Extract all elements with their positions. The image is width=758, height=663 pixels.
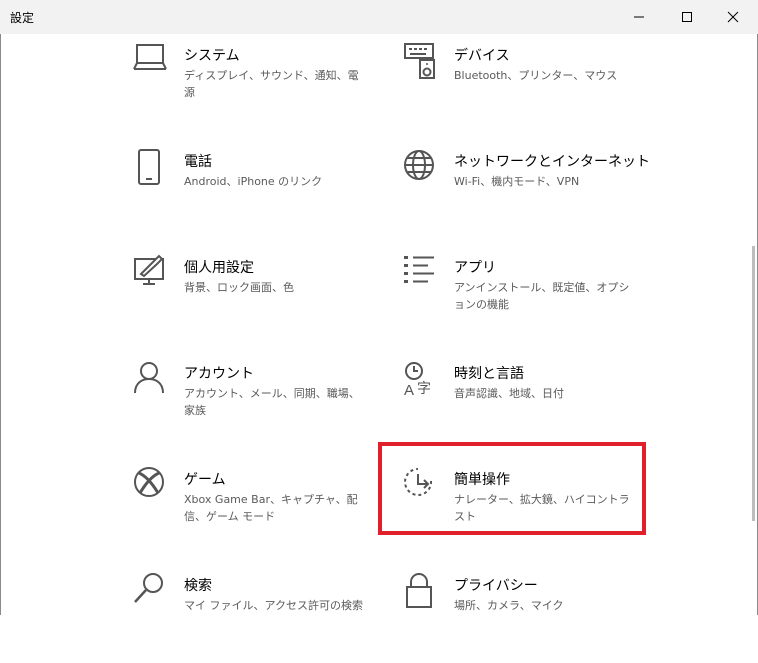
maximize-button[interactable] [664, 0, 710, 34]
tile-description: 場所、カメラ、マイク [454, 599, 564, 612]
tile-description: 音声認識、地域、日付 [454, 387, 564, 400]
tile-description: ディスプレイ、サウンド、通知、電源 [184, 69, 359, 99]
search-icon [134, 573, 168, 611]
close-icon [727, 11, 739, 23]
apps-list-icon [404, 255, 438, 293]
tile-gaming[interactable]: ゲーム Xbox Game Bar、キャプチャ、配信、ゲーム モード [134, 467, 384, 557]
tile-search[interactable]: 検索 マイ ファイル、アクセス許可の検索 [134, 573, 384, 663]
tile-description: マイ ファイル、アクセス許可の検索 [184, 599, 363, 612]
tile-accounts[interactable]: アカウント アカウント、メール、同期、職場、家族 [134, 361, 384, 451]
tile-phone[interactable]: 電話 Android、iPhone のリンク [134, 149, 384, 239]
globe-icon [404, 149, 438, 187]
tile-personalization[interactable]: 個人用設定 背景、ロック画面、色 [134, 254, 384, 345]
tile-network[interactable]: ネットワークとインターネット Wi-Fi、機内モード、VPN [404, 149, 654, 239]
tile-description: アカウント、メール、同期、職場、家族 [184, 387, 360, 417]
tile-description: アンインストール、既定値、オプションの機能 [454, 281, 630, 311]
tile-name: システム [184, 48, 240, 64]
tile-name: 電話 [184, 154, 212, 170]
time-language-icon: A字 [404, 361, 438, 399]
keyboard-speaker-icon [404, 43, 438, 81]
tile-description: Xbox Game Bar、キャプチャ、配信、ゲーム モード [184, 493, 358, 523]
tile-description: 背景、ロック画面、色 [184, 281, 294, 294]
tile-name: プライバシー [454, 578, 538, 594]
tile-name: アプリ [454, 260, 496, 276]
laptop-icon [133, 43, 168, 81]
tile-devices[interactable]: デバイス Bluetooth、プリンター、マウス [404, 43, 654, 133]
tile-time-language[interactable]: A字 時刻と言語 音声認識、地域、日付 [404, 361, 654, 451]
tile-description: Wi-Fi、機内モード、VPN [454, 175, 580, 188]
monitor-brush-icon [134, 254, 168, 293]
tile-privacy[interactable]: プライバシー 場所、カメラ、マイク [404, 573, 654, 663]
tile-name: アカウント [184, 366, 254, 382]
maximize-icon [682, 12, 692, 22]
tile-apps[interactable]: アプリ アンインストール、既定値、オプションの機能 [404, 255, 654, 345]
minimize-button[interactable] [616, 0, 662, 34]
tile-name: 時刻と言語 [454, 366, 524, 382]
tile-name: 検索 [184, 578, 212, 594]
svg-text:A: A [404, 382, 414, 399]
xbox-icon [134, 467, 168, 505]
person-icon [134, 361, 168, 399]
tile-name: ネットワークとインターネット [454, 154, 650, 170]
tile-description: Android、iPhone のリンク [184, 175, 323, 188]
highlight-box [378, 442, 646, 535]
scrollbar-thumb[interactable] [752, 246, 755, 521]
tile-name: ゲーム [184, 472, 226, 488]
lock-icon [404, 573, 438, 611]
tile-system[interactable]: システム ディスプレイ、サウンド、通知、電源 [133, 43, 384, 133]
tile-name: 個人用設定 [184, 260, 254, 276]
tile-description: Bluetooth、プリンター、マウス [454, 69, 618, 82]
window-frame-left [0, 0, 1, 615]
svg-text:字: 字 [417, 381, 431, 397]
close-button[interactable] [710, 0, 756, 34]
tile-name: デバイス [454, 48, 510, 64]
window-title: 設定 [10, 11, 35, 25]
minimize-icon [634, 16, 644, 18]
phone-icon [134, 149, 168, 187]
title-bar[interactable]: 設定 [0, 0, 758, 34]
